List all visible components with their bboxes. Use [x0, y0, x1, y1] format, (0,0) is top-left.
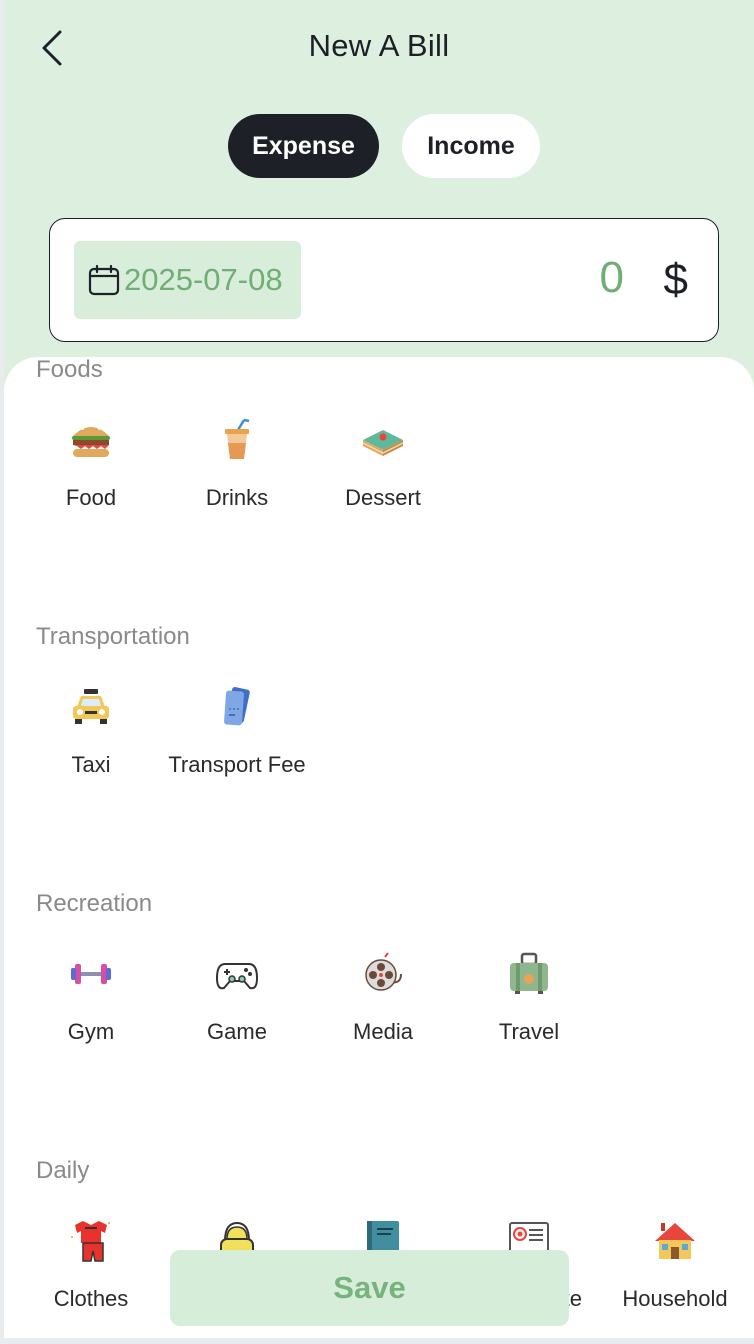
dumbbell-icon	[71, 964, 111, 984]
category-travel[interactable]: Travel	[456, 952, 602, 1050]
category-label: Media	[353, 1019, 413, 1044]
date-value: 2025-07-08	[124, 262, 283, 297]
category-taxi[interactable]: Taxi	[18, 685, 164, 783]
category-drinks[interactable]: Drinks	[164, 418, 310, 516]
section-title-foods: Foods	[36, 356, 103, 383]
category-label: Transport Fee	[168, 752, 306, 777]
category-label: Game	[207, 1019, 267, 1044]
calendar-icon	[88, 264, 120, 296]
category-clothes[interactable]: Clothes	[18, 1219, 164, 1317]
category-game[interactable]: Game	[164, 952, 310, 1050]
category-gym[interactable]: Gym	[18, 952, 164, 1050]
section-title-recreation: Recreation	[36, 890, 153, 917]
section-title-daily: Daily	[36, 1157, 90, 1184]
category-label: Taxi	[71, 752, 111, 777]
section-title-transportation: Transportation	[36, 623, 190, 650]
burger-icon	[72, 425, 110, 457]
amount-value[interactable]: 0	[600, 253, 624, 303]
expense-tab[interactable]: Expense	[228, 114, 379, 178]
category-household[interactable]: Household	[602, 1219, 748, 1317]
category-label: Gym	[67, 1019, 115, 1044]
category-label: Food	[65, 485, 117, 510]
category-label: Household	[622, 1286, 728, 1311]
gamepad-icon	[215, 963, 259, 990]
category-media[interactable]: Media	[310, 952, 456, 1050]
house-icon	[655, 1223, 695, 1259]
new-bill-screen: New A Bill Expense Income 2025-07-08 0 $…	[4, 0, 754, 1338]
category-dessert[interactable]: Dessert	[310, 418, 456, 516]
category-label: Drinks	[205, 485, 269, 510]
taxi-icon	[73, 689, 109, 724]
entry-card: 2025-07-08 0 $	[49, 218, 719, 342]
film-reel-icon	[365, 952, 402, 991]
clothes-icon	[71, 1221, 110, 1262]
category-transport-fee[interactable]: Transport Fee	[164, 685, 310, 783]
cake-icon	[362, 430, 404, 456]
page-title: New A Bill	[308, 28, 450, 63]
save-button[interactable]: Save	[170, 1250, 569, 1326]
category-label: Travel	[498, 1019, 560, 1044]
ticket-icon	[224, 687, 250, 726]
category-label: Dessert	[345, 485, 421, 510]
date-picker[interactable]: 2025-07-08	[74, 241, 301, 319]
drink-cup-icon	[225, 418, 250, 459]
category-label: Clothes	[53, 1286, 129, 1311]
income-tab[interactable]: Income	[402, 114, 540, 178]
header: New A Bill	[4, 0, 754, 100]
suitcase-icon	[510, 952, 548, 994]
currency-symbol: $	[663, 255, 688, 304]
category-food[interactable]: Food	[18, 418, 164, 516]
